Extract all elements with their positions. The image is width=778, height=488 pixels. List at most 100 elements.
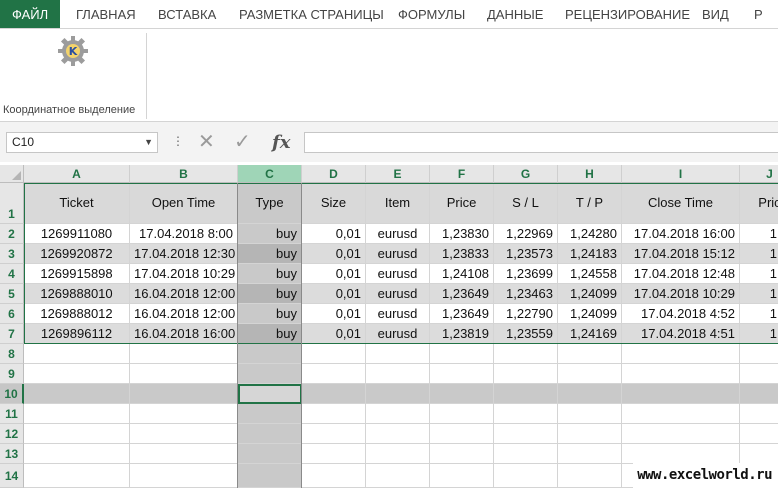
data-cell[interactable]: eurusd bbox=[366, 224, 430, 244]
empty-cell[interactable] bbox=[494, 424, 558, 444]
empty-cell[interactable] bbox=[430, 464, 494, 488]
empty-cell[interactable] bbox=[558, 364, 622, 384]
data-cell[interactable]: 1,23463 bbox=[494, 284, 558, 304]
header-cell[interactable]: Item bbox=[366, 183, 430, 224]
empty-cell[interactable] bbox=[622, 384, 740, 404]
column-header-b[interactable]: B bbox=[130, 165, 238, 183]
empty-cell[interactable] bbox=[740, 444, 778, 464]
empty-cell[interactable] bbox=[740, 344, 778, 364]
data-cell[interactable]: 1269888010 bbox=[24, 284, 130, 304]
empty-cell[interactable] bbox=[130, 404, 238, 424]
data-cell[interactable]: 16.04.2018 12:00 bbox=[130, 284, 238, 304]
data-cell[interactable]: 1,23 bbox=[740, 304, 778, 324]
data-cell[interactable]: eurusd bbox=[366, 304, 430, 324]
empty-cell[interactable] bbox=[130, 464, 238, 488]
empty-cell[interactable] bbox=[622, 424, 740, 444]
empty-cell[interactable] bbox=[430, 364, 494, 384]
data-cell[interactable]: buy bbox=[238, 224, 302, 244]
row-header-10[interactable]: 10 bbox=[0, 384, 24, 404]
empty-cell[interactable] bbox=[24, 404, 130, 424]
data-cell[interactable]: 1269888012 bbox=[24, 304, 130, 324]
empty-cell[interactable] bbox=[24, 364, 130, 384]
data-cell[interactable]: 1,22969 bbox=[494, 224, 558, 244]
empty-cell[interactable] bbox=[494, 444, 558, 464]
empty-cell[interactable] bbox=[238, 404, 302, 424]
data-cell[interactable]: 1,23 bbox=[740, 244, 778, 264]
data-cell[interactable]: 0,01 bbox=[302, 244, 366, 264]
data-cell[interactable]: 17.04.2018 8:00 bbox=[130, 224, 238, 244]
tab-page-layout[interactable]: РАЗМЕТКА СТРАНИЦЫ bbox=[239, 0, 384, 28]
tab-data[interactable]: ДАННЫЕ bbox=[487, 0, 543, 28]
data-cell[interactable]: 1,23573 bbox=[494, 244, 558, 264]
empty-cell[interactable] bbox=[302, 364, 366, 384]
empty-cell[interactable] bbox=[494, 384, 558, 404]
row-header-3[interactable]: 3 bbox=[0, 244, 24, 264]
insert-function-button[interactable]: fx bbox=[272, 132, 290, 153]
row-header-9[interactable]: 9 bbox=[0, 364, 24, 384]
empty-cell[interactable] bbox=[366, 344, 430, 364]
empty-cell[interactable] bbox=[558, 384, 622, 404]
data-cell[interactable]: 1269920872 bbox=[24, 244, 130, 264]
column-header-g[interactable]: G bbox=[494, 165, 558, 183]
data-cell[interactable]: 17.04.2018 12:30 bbox=[130, 244, 238, 264]
data-cell[interactable]: buy bbox=[238, 244, 302, 264]
row-header-12[interactable]: 12 bbox=[0, 424, 24, 444]
data-cell[interactable]: 17.04.2018 10:29 bbox=[622, 284, 740, 304]
header-cell[interactable]: Type bbox=[238, 183, 302, 224]
empty-cell[interactable] bbox=[430, 384, 494, 404]
empty-cell[interactable] bbox=[238, 444, 302, 464]
empty-cell[interactable] bbox=[366, 444, 430, 464]
column-header-e[interactable]: E bbox=[366, 165, 430, 183]
empty-cell[interactable] bbox=[366, 404, 430, 424]
empty-cell[interactable] bbox=[238, 424, 302, 444]
empty-cell[interactable] bbox=[494, 364, 558, 384]
empty-cell[interactable] bbox=[302, 344, 366, 364]
data-cell[interactable]: buy bbox=[238, 304, 302, 324]
empty-cell[interactable] bbox=[130, 344, 238, 364]
data-cell[interactable]: eurusd bbox=[366, 284, 430, 304]
data-cell[interactable]: eurusd bbox=[366, 324, 430, 344]
empty-cell[interactable] bbox=[558, 404, 622, 424]
header-cell[interactable]: Ticket bbox=[24, 183, 130, 224]
empty-cell[interactable] bbox=[302, 404, 366, 424]
column-header-a[interactable]: A bbox=[24, 165, 130, 183]
data-cell[interactable]: 17.04.2018 4:52 bbox=[622, 304, 740, 324]
column-header-i[interactable]: I bbox=[622, 165, 740, 183]
empty-cell[interactable] bbox=[302, 444, 366, 464]
data-cell[interactable]: 1,24108 bbox=[430, 264, 494, 284]
empty-cell[interactable] bbox=[622, 404, 740, 424]
row-header-14[interactable]: 14 bbox=[0, 464, 24, 488]
empty-cell[interactable] bbox=[622, 444, 740, 464]
tab-insert[interactable]: ВСТАВКА bbox=[158, 0, 216, 28]
empty-cell[interactable] bbox=[130, 364, 238, 384]
data-cell[interactable]: 1,24280 bbox=[558, 224, 622, 244]
empty-cell[interactable] bbox=[740, 424, 778, 444]
data-cell[interactable]: 1,23 bbox=[740, 324, 778, 344]
data-cell[interactable]: 16.04.2018 16:00 bbox=[130, 324, 238, 344]
empty-cell[interactable] bbox=[24, 444, 130, 464]
header-cell[interactable]: Size bbox=[302, 183, 366, 224]
data-cell[interactable]: 1,23 bbox=[740, 224, 778, 244]
row-header-6[interactable]: 6 bbox=[0, 304, 24, 324]
empty-cell[interactable] bbox=[302, 424, 366, 444]
empty-cell[interactable] bbox=[740, 384, 778, 404]
empty-cell[interactable] bbox=[130, 384, 238, 404]
empty-cell[interactable] bbox=[238, 364, 302, 384]
header-cell[interactable]: T / P bbox=[558, 183, 622, 224]
empty-cell[interactable] bbox=[494, 464, 558, 488]
column-header-d[interactable]: D bbox=[302, 165, 366, 183]
empty-cell[interactable] bbox=[24, 464, 130, 488]
row-header-7[interactable]: 7 bbox=[0, 324, 24, 344]
data-cell[interactable]: 16.04.2018 12:00 bbox=[130, 304, 238, 324]
data-cell[interactable]: 1,23699 bbox=[494, 264, 558, 284]
empty-cell[interactable] bbox=[24, 384, 130, 404]
empty-cell[interactable] bbox=[430, 444, 494, 464]
data-cell[interactable]: 1,23819 bbox=[430, 324, 494, 344]
header-cell[interactable]: Pric bbox=[740, 183, 778, 224]
data-cell[interactable]: eurusd bbox=[366, 264, 430, 284]
header-cell[interactable]: S / L bbox=[494, 183, 558, 224]
header-cell[interactable]: Close Time bbox=[622, 183, 740, 224]
empty-cell[interactable] bbox=[622, 364, 740, 384]
empty-cell[interactable] bbox=[558, 424, 622, 444]
empty-cell[interactable] bbox=[238, 344, 302, 364]
